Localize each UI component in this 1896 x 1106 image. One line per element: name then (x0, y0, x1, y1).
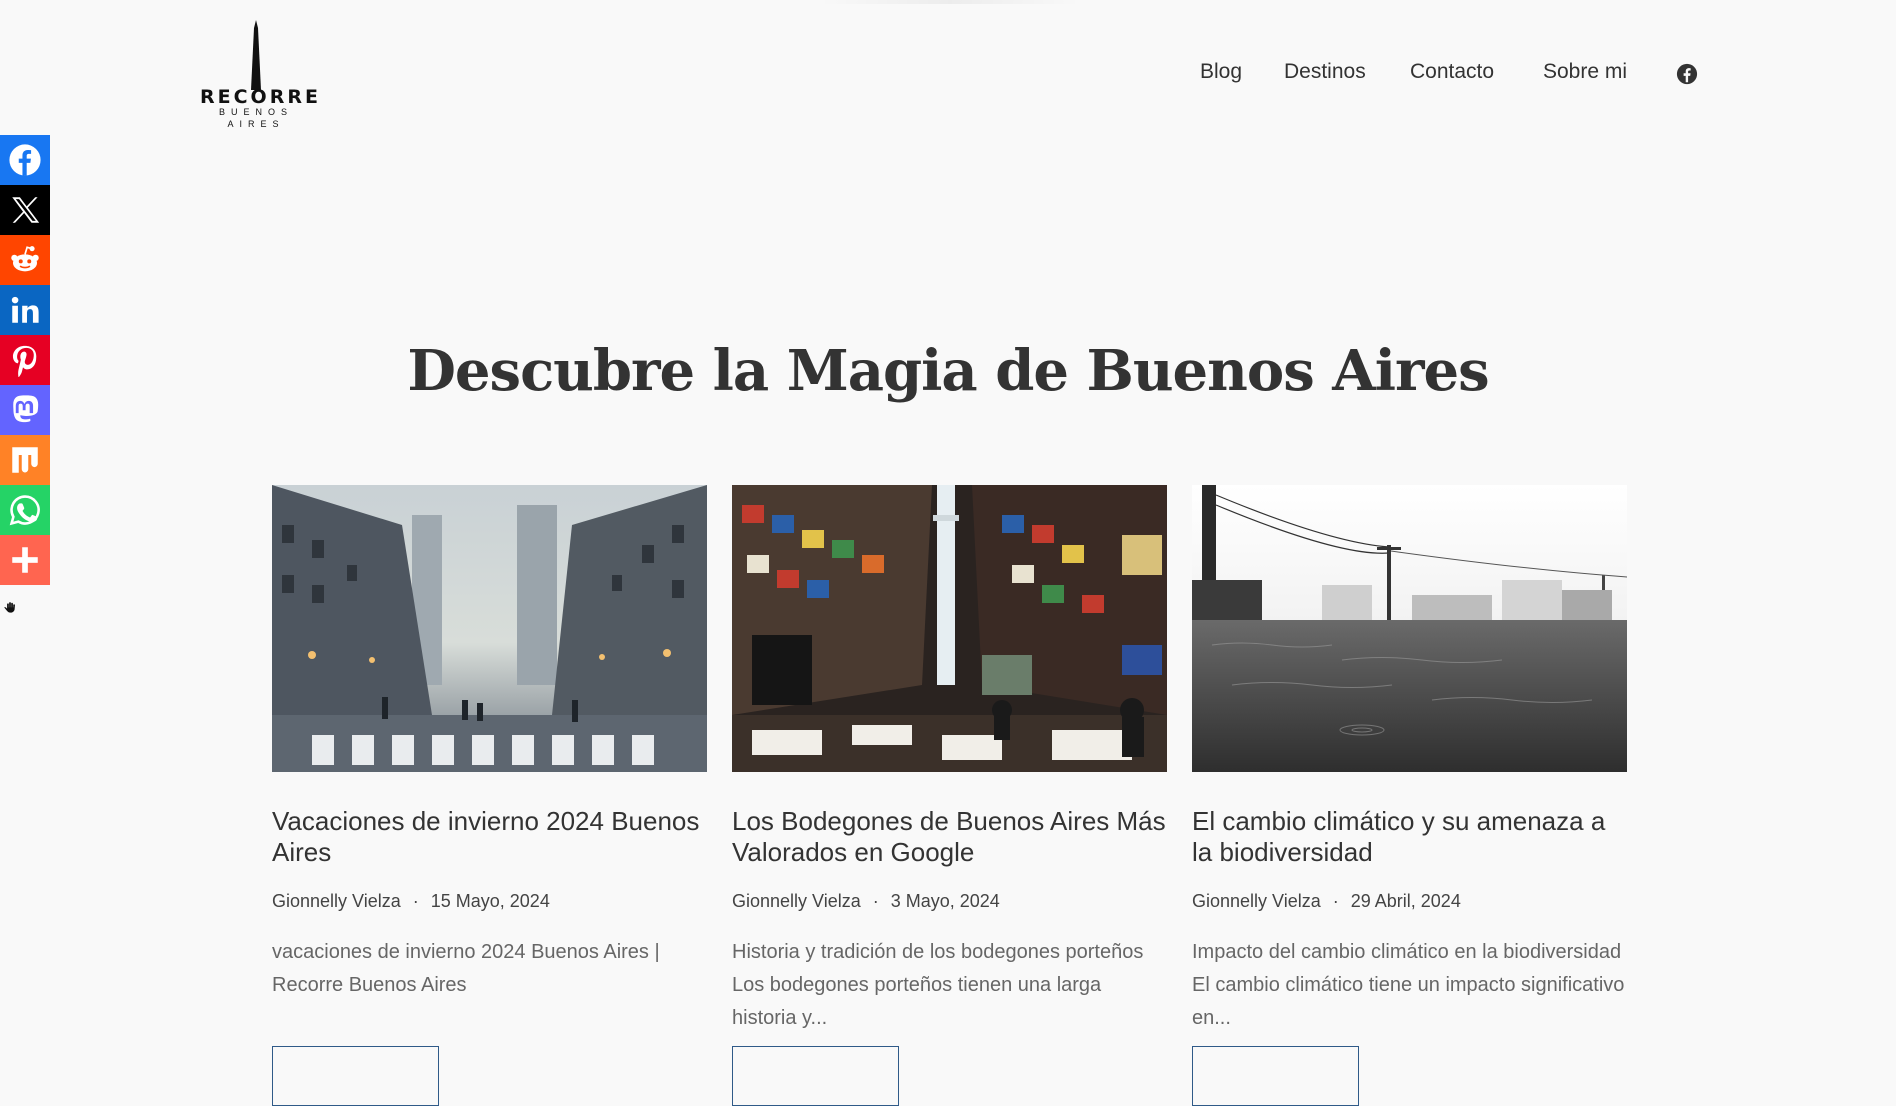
post-date: 15 Mayo, 2024 (430, 891, 550, 911)
post-meta: Gionnelly Vielza · 15 Mayo, 2024 (272, 891, 707, 912)
post-author[interactable]: Gionnelly Vielza (732, 891, 861, 911)
meta-separator: · (872, 891, 879, 911)
post-card: Los Bodegones de Buenos Aires Más Valora… (732, 485, 1167, 1106)
whatsapp-icon (9, 495, 40, 526)
linkedin-icon (11, 296, 39, 323)
post-title[interactable]: El cambio climático y su amenaza a la bi… (1192, 806, 1627, 868)
site-logo[interactable]: RECORRE BUENOS AIRES (200, 20, 321, 130)
obelisk-icon (251, 20, 261, 90)
facebook-icon[interactable] (1676, 63, 1698, 85)
post-date: 29 Abril, 2024 (1350, 891, 1461, 911)
plus-icon (12, 547, 38, 573)
mix-icon (12, 447, 38, 473)
post-card: Vacaciones de invierno 2024 Buenos Aires… (272, 485, 707, 1106)
meta-separator: · (1332, 891, 1339, 911)
share-facebook-button[interactable] (0, 135, 50, 185)
post-thumbnail-bodegon[interactable] (732, 485, 1167, 772)
post-card: El cambio climático y su amenaza a la bi… (1192, 485, 1627, 1106)
logo-line-2: BUENOS (218, 107, 293, 117)
share-reddit-button[interactable] (0, 235, 50, 285)
nav-destinos[interactable]: Destinos (1284, 60, 1366, 84)
facebook-icon (9, 144, 41, 176)
nav-contacto[interactable]: Contacto (1410, 60, 1494, 84)
post-author[interactable]: Gionnelly Vielza (272, 891, 401, 911)
read-more-button[interactable] (732, 1046, 899, 1106)
post-thumbnail-winter-street[interactable] (272, 485, 707, 772)
nav-sobre-mi[interactable]: Sobre mi (1543, 60, 1627, 84)
logo-line-3: AIRES (227, 119, 285, 129)
page-heading: Descubre la Magia de Buenos Aires (407, 338, 1489, 404)
meta-separator: · (412, 891, 419, 911)
read-more-button[interactable] (1192, 1046, 1359, 1106)
hide-share-bar-icon[interactable] (3, 601, 17, 615)
share-mix-button[interactable] (0, 435, 50, 485)
top-glow (820, 0, 1080, 4)
post-excerpt: Impacto del cambio climático en la biodi… (1192, 941, 1625, 1029)
x-icon (12, 197, 40, 223)
post-excerpt: vacaciones de invierno 2024 Buenos Aires… (272, 941, 660, 996)
reddit-icon (11, 246, 39, 272)
nav-blog[interactable]: Blog (1200, 60, 1242, 84)
logo-line-1: RECORRE (200, 86, 321, 108)
post-meta: Gionnelly Vielza · 29 Abril, 2024 (1192, 891, 1627, 912)
post-meta: Gionnelly Vielza · 3 Mayo, 2024 (732, 891, 1167, 912)
share-whatsapp-button[interactable] (0, 485, 50, 535)
post-thumbnail-flood[interactable] (1192, 485, 1627, 772)
share-linkedin-button[interactable] (0, 285, 50, 335)
post-title[interactable]: Vacaciones de invierno 2024 Buenos Aires (272, 806, 707, 868)
share-x-button[interactable] (0, 185, 50, 235)
post-author[interactable]: Gionnelly Vielza (1192, 891, 1321, 911)
read-more-button[interactable] (272, 1046, 439, 1106)
share-more-button[interactable] (0, 535, 50, 585)
post-title[interactable]: Los Bodegones de Buenos Aires Más Valora… (732, 806, 1167, 868)
post-excerpt: Historia y tradición de los bodegones po… (732, 941, 1144, 1029)
post-date: 3 Mayo, 2024 (890, 891, 1000, 911)
